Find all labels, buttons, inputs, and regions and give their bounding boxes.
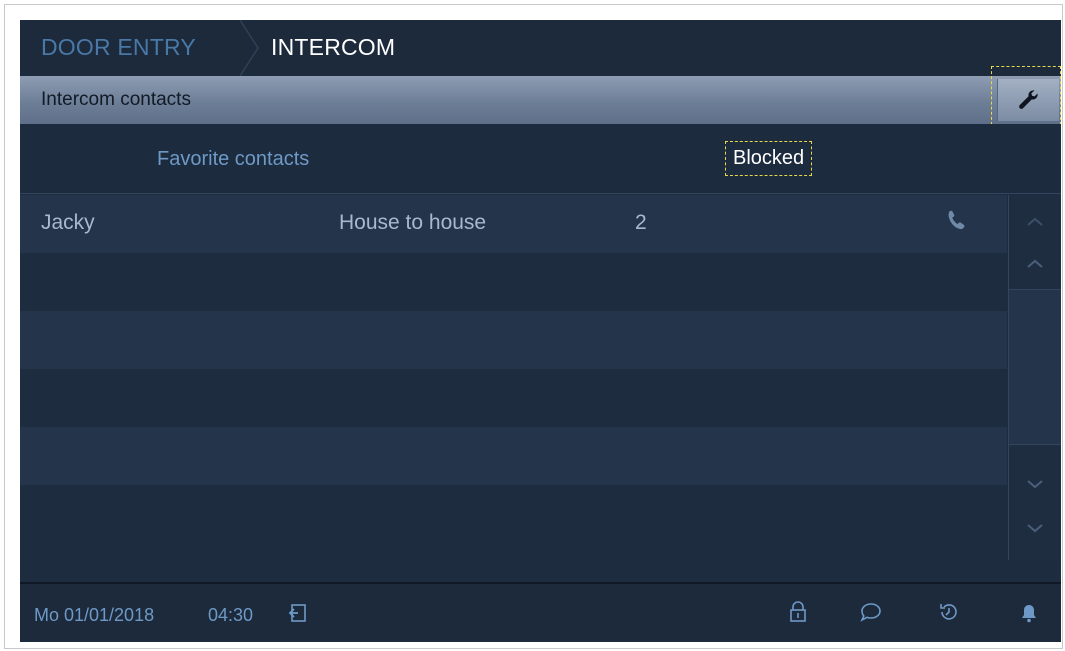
tab-blocked[interactable]: Blocked — [725, 141, 813, 176]
chevron-up-icon — [1027, 217, 1043, 226]
list-scrollbar[interactable] — [1008, 195, 1061, 560]
page-title: Intercom contacts — [41, 89, 191, 110]
contact-list: Jacky House to house 2 — [20, 195, 1007, 562]
breadcrumb: DOOR ENTRY INTERCOM — [20, 20, 1061, 76]
contact-type: House to house — [339, 211, 487, 234]
status-bar: Mo 01/01/2018 04:30 — [20, 582, 1061, 642]
status-time: 04:30 — [208, 605, 254, 625]
message-icon[interactable] — [859, 601, 883, 623]
table-row — [20, 427, 1007, 485]
scroll-bottom-button[interactable] — [1009, 511, 1061, 547]
bell-icon[interactable] — [1021, 603, 1037, 623]
breadcrumb-door-entry[interactable]: DOOR ENTRY — [41, 34, 196, 61]
table-row — [20, 369, 1007, 427]
table-row[interactable]: Jacky House to house 2 — [20, 195, 1007, 253]
section-titlebar: Intercom contacts — [20, 76, 1061, 124]
chevron-down-icon — [1027, 480, 1043, 489]
intercom-screen: DOOR ENTRY INTERCOM Intercom contacts Fa… — [20, 20, 1061, 642]
table-row — [20, 485, 1007, 543]
table-row — [20, 253, 1007, 311]
scroll-down-button[interactable] — [1009, 467, 1061, 503]
breadcrumb-separator-icon — [239, 20, 259, 76]
scroll-top-button[interactable] — [1009, 205, 1061, 241]
phone-icon[interactable] — [946, 209, 968, 233]
history-icon[interactable] — [938, 601, 960, 623]
lock-icon[interactable] — [788, 601, 808, 623]
breadcrumb-intercom: INTERCOM — [271, 34, 396, 60]
chevron-down-icon — [1027, 524, 1043, 533]
contact-number: 2 — [635, 211, 647, 234]
settings-focus-outline — [991, 66, 1061, 130]
exit-icon[interactable] — [288, 603, 308, 623]
scrollbar-track[interactable] — [1009, 289, 1061, 445]
table-row — [20, 311, 1007, 369]
contact-name: Jacky — [41, 211, 95, 234]
chevron-up-icon — [1027, 259, 1043, 268]
scroll-up-button[interactable] — [1009, 247, 1061, 283]
tab-favorite-contacts[interactable]: Favorite contacts — [157, 148, 309, 171]
contact-tabs: Favorite contacts Blocked — [20, 124, 1061, 194]
status-date: Mo 01/01/2018 — [34, 605, 155, 625]
